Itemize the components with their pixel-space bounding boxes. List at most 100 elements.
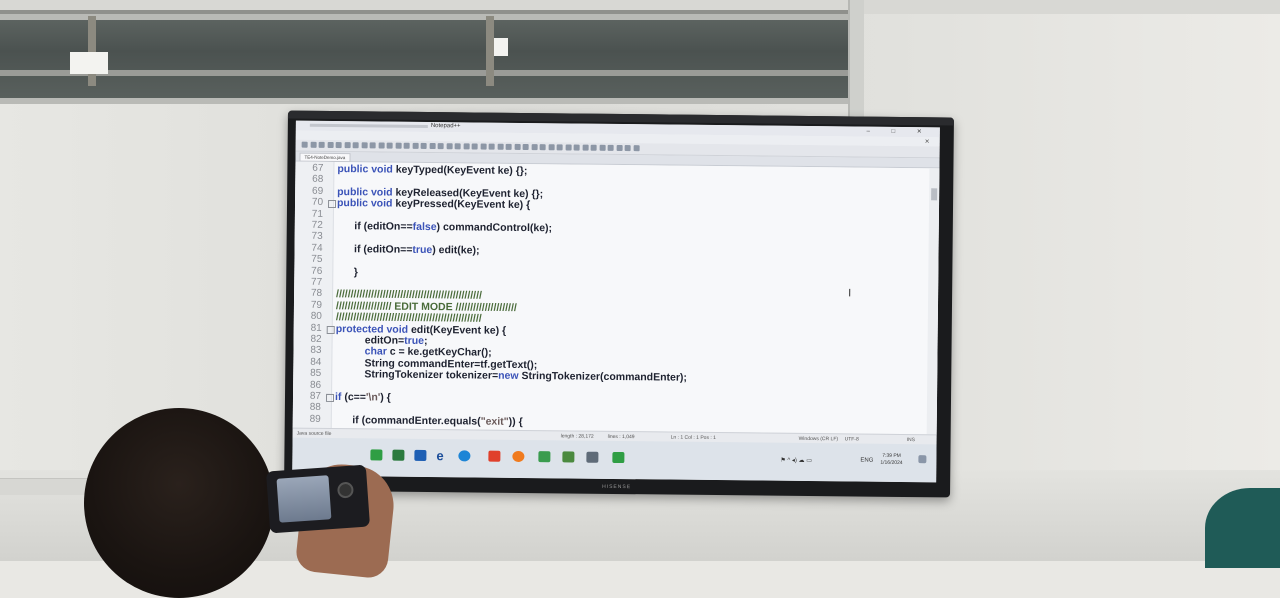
edge-icon[interactable] <box>458 450 471 462</box>
fold-marker-icon[interactable] <box>326 325 335 334</box>
toolbar-button-icon[interactable] <box>565 144 572 151</box>
toolbar-button-icon[interactable] <box>539 144 546 151</box>
toolbar-button-icon[interactable] <box>633 145 640 152</box>
line-number: 84 <box>310 356 322 368</box>
status-file-type: Java source file <box>296 430 332 437</box>
toolbar-button-icon[interactable] <box>327 141 334 148</box>
paper-note <box>70 52 108 74</box>
firefox-icon[interactable] <box>512 450 525 463</box>
line-number: 74 <box>311 242 323 254</box>
toolbar-button-icon[interactable] <box>454 143 461 150</box>
app-icon[interactable] <box>612 451 625 464</box>
window-title: Notepad++ <box>430 123 461 130</box>
windows-taskbar: e ⚑ ^ ◂) ☁ ▭ ENG 7:39 PM 1/16/2024 <box>292 437 937 483</box>
language-indicator[interactable]: ENG <box>860 458 873 464</box>
code-token: ) { <box>380 391 391 404</box>
app-icon[interactable] <box>370 449 383 461</box>
code-token: ; <box>423 334 428 347</box>
status-length: length : 28,172 <box>560 433 594 440</box>
brave-icon[interactable] <box>488 450 501 462</box>
toolbar-button-icon[interactable] <box>344 142 351 149</box>
toolbar-button-icon[interactable] <box>301 141 308 148</box>
board-post <box>88 16 96 86</box>
toolbar-button-icon[interactable] <box>395 142 402 149</box>
toolbar-button-icon[interactable] <box>514 143 521 150</box>
line-number: 88 <box>309 402 321 414</box>
toolbar-button-icon[interactable] <box>488 143 495 150</box>
toolbar-button-icon[interactable] <box>446 143 453 150</box>
notification-icon[interactable] <box>918 455 927 464</box>
toolbar-button-icon[interactable] <box>412 142 419 149</box>
toolbar-button-icon[interactable] <box>573 144 580 151</box>
whiteboard-glass <box>0 20 856 98</box>
line-number: 70 <box>311 196 324 209</box>
monitor-screen: Notepad++ – □ ✕ ✕ FileEditSearchViewEnco… <box>292 120 940 483</box>
toolbar-button-icon[interactable] <box>531 144 538 151</box>
taskbar-clock[interactable]: 7:39 PM 1/16/2024 <box>880 453 902 467</box>
vertical-scrollbar[interactable] <box>926 168 940 435</box>
toolbar-button-icon[interactable] <box>522 143 529 151</box>
toolbar-button-icon[interactable] <box>420 142 427 149</box>
toolbar-button-icon[interactable] <box>582 144 589 151</box>
toolbar-button-icon[interactable] <box>403 142 410 149</box>
toolbar-button-icon[interactable] <box>616 144 623 152</box>
toolbar-button-icon[interactable] <box>599 144 606 151</box>
code-token: false <box>412 220 437 234</box>
toolbar-button-icon[interactable] <box>378 142 385 149</box>
toolbar-button-icon[interactable] <box>361 142 368 149</box>
smartphone <box>265 464 371 534</box>
person-head <box>84 408 274 598</box>
code-token: true <box>404 334 425 347</box>
close-document-icon[interactable]: ✕ <box>925 138 930 145</box>
notepadpp-icon[interactable] <box>538 451 551 463</box>
clock-date: 1/16/2024 <box>880 459 903 466</box>
toolbar-button-icon[interactable] <box>497 143 504 150</box>
fold-marker-icon[interactable] <box>327 200 337 209</box>
toolbar-button-icon[interactable] <box>335 142 342 149</box>
line-number: 83 <box>310 345 322 357</box>
toolbar-button-icon[interactable] <box>471 143 478 150</box>
fold-marker-icon[interactable] <box>325 393 335 403</box>
scrollbar-thumb[interactable] <box>931 188 938 201</box>
status-position: Ln : 1 Col : 1 Pos : 1 <box>670 434 716 442</box>
monitor-brand: HISENSE <box>602 483 632 491</box>
toolbar-button-icon[interactable] <box>429 143 436 150</box>
toolbar-button-icon[interactable] <box>386 142 393 149</box>
text-cursor-icon: I <box>848 287 852 300</box>
code-text: if (commandEnter.equals("exit")) { <box>335 414 523 428</box>
toolbar-button-icon[interactable] <box>463 143 470 150</box>
title-path <box>309 123 428 128</box>
toolbar-button-icon[interactable] <box>505 143 512 150</box>
toolbar-button-icon[interactable] <box>590 144 597 151</box>
toolbar-button-icon[interactable] <box>548 144 555 151</box>
status-mode: INS <box>906 437 915 444</box>
tray-icons[interactable]: ⚑ ^ ◂) ☁ ▭ <box>780 457 812 464</box>
app-icon[interactable] <box>392 449 405 461</box>
line-number: 73 <box>311 231 323 243</box>
person-shoulder <box>1205 488 1280 568</box>
app-icon[interactable] <box>586 451 599 463</box>
toolbar-button-icon[interactable] <box>437 143 444 150</box>
toolbar-button-icon[interactable] <box>352 142 359 149</box>
wall-pipe <box>848 0 864 120</box>
app-icon[interactable] <box>414 449 427 461</box>
line-number: 68 <box>312 174 324 186</box>
line-number: 75 <box>311 253 323 266</box>
ie-icon[interactable]: e <box>436 448 448 463</box>
toolbar-button-icon[interactable] <box>607 144 614 151</box>
phone-screen <box>276 475 332 523</box>
line-number: 81 <box>310 322 322 334</box>
toolbar-button-icon[interactable] <box>318 141 325 148</box>
window-controls[interactable]: – □ ✕ <box>866 128 931 136</box>
line-number: 86 <box>309 379 322 391</box>
line-number: 77 <box>311 276 323 288</box>
toolbar-button-icon[interactable] <box>624 145 631 152</box>
line-number: 72 <box>311 219 323 231</box>
line-number: 78 <box>310 288 323 300</box>
toolbar-button-icon[interactable] <box>310 141 317 148</box>
toolbar-button-icon[interactable] <box>556 144 563 151</box>
code-editor[interactable]: 67 public void keyTyped(KeyEvent ke) {}; 6… <box>292 161 940 435</box>
app-icon[interactable] <box>562 451 575 463</box>
toolbar-button-icon[interactable] <box>369 142 376 149</box>
toolbar-button-icon[interactable] <box>480 143 487 150</box>
